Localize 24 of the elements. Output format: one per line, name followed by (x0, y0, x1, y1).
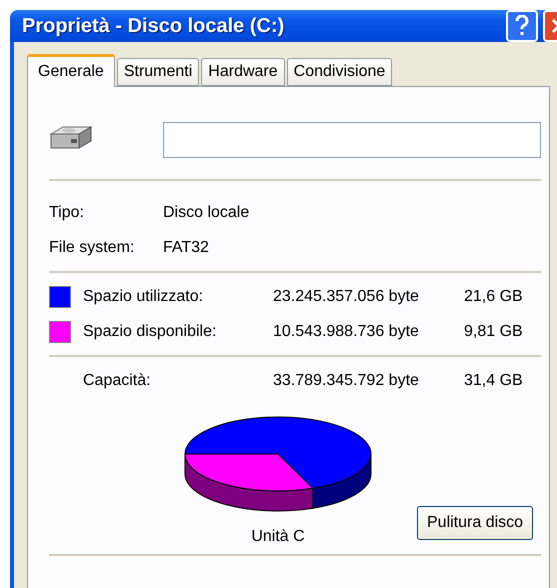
tab[interactable]: Condivisione (286, 58, 392, 86)
drive-name-field[interactable] (163, 122, 541, 158)
property-label: Tipo: (49, 204, 85, 222)
drive-label: Unità C (251, 528, 305, 546)
capacity-label: Capacità: (83, 372, 152, 390)
window-title: Proprietà - Disco locale (C:) (22, 14, 286, 38)
tab[interactable]: Generale (27, 54, 115, 87)
size-value: 21,6 GB (464, 288, 524, 306)
size-value: 31,4 GB (464, 372, 524, 390)
disk-cleanup-button[interactable]: Pulitura disco (417, 506, 534, 540)
tab[interactable]: Strumenti (116, 58, 200, 86)
byte-count: 23.245.357.056 byte (273, 288, 420, 306)
hard-drive-icon (49, 124, 93, 152)
tab[interactable]: Hardware (201, 58, 285, 86)
property-label: File system: (49, 238, 136, 256)
byte-count: 33.789.345.792 byte (273, 372, 420, 390)
space-label: Spazio utilizzato: (83, 288, 204, 306)
property-value: Disco locale (163, 204, 250, 222)
help-button[interactable] (506, 10, 538, 42)
property-value: FAT32 (163, 238, 210, 256)
space-label: Spazio disponibile: (83, 322, 218, 340)
help-icon (515, 15, 529, 37)
byte-count: 10.543.988.736 byte (273, 322, 420, 340)
size-value: 9,81 GB (464, 322, 524, 340)
